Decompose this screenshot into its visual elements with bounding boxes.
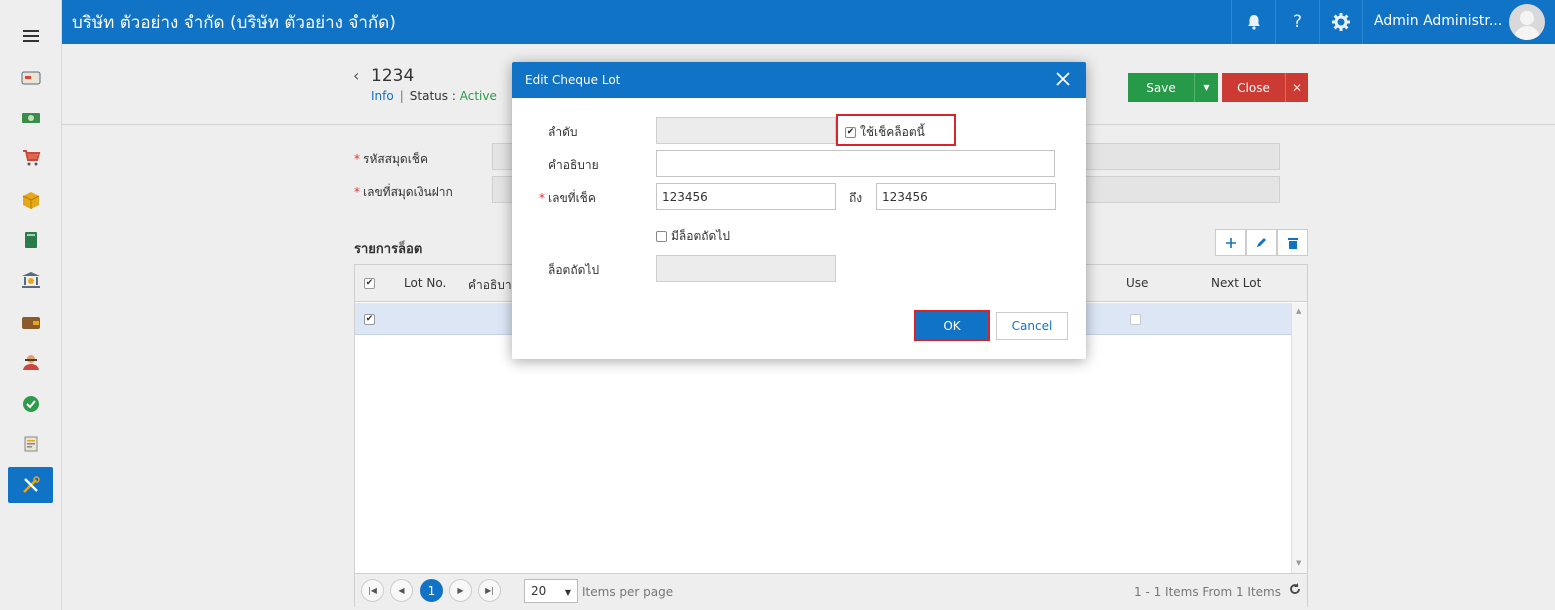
has-next-lot-checkbox[interactable]: มีล็อตถัดไป <box>656 227 730 246</box>
cancel-button[interactable]: Cancel <box>996 312 1068 340</box>
cheque-from-input[interactable]: 123456 <box>656 183 836 210</box>
next-lot-label: ล็อตถัดไป <box>548 263 600 277</box>
cheque-to-input[interactable]: 123456 <box>876 183 1056 210</box>
close-icon[interactable] <box>1056 68 1070 91</box>
checkbox-box[interactable]: ✔ <box>845 127 856 138</box>
edit-cheque-lot-dialog: Edit Cheque Lot ลำดับ ✔ ใช้เช็คล็อตนี้ คำ… <box>512 62 1086 359</box>
description-label: คำอธิบาย <box>548 158 599 172</box>
seq-input <box>656 117 836 144</box>
seq-label: ลำดับ <box>548 125 578 139</box>
cheque-no-label: * เลขที่เช็ค <box>539 191 596 205</box>
checkbox-box[interactable] <box>656 231 667 242</box>
description-input[interactable] <box>656 150 1055 177</box>
next-lot-input <box>656 255 836 282</box>
use-lot-checkbox[interactable]: ✔ ใช้เช็คล็อตนี้ <box>845 123 925 142</box>
dialog-header: Edit Cheque Lot <box>512 62 1086 98</box>
dialog-title: Edit Cheque Lot <box>525 73 621 87</box>
to-label: ถึง <box>849 191 863 205</box>
ok-button[interactable]: OK <box>916 312 988 339</box>
